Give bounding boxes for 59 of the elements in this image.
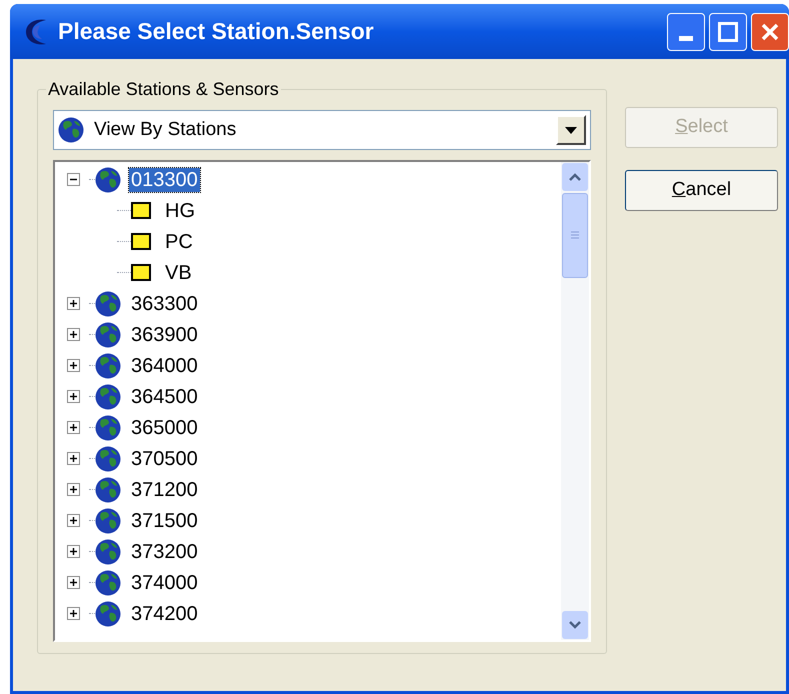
scroll-up-button[interactable] [562,163,588,191]
cancel-button[interactable]: Cancel [625,170,778,211]
sensor-icon [131,233,151,250]
scroll-down-button[interactable] [562,611,588,639]
maximize-icon [718,22,738,42]
globe-icon [95,322,121,348]
sensor-icon [131,264,151,281]
globe-icon [95,290,121,316]
station-label[interactable]: 374000 [129,570,200,594]
view-dropdown[interactable]: View By Stations [53,110,591,150]
collapse-icon[interactable] [66,173,80,186]
expand-icon[interactable] [66,483,80,496]
expand-icon[interactable] [66,452,80,465]
minimize-icon [679,36,693,40]
station-label[interactable]: 373200 [129,540,200,564]
globe-icon [95,600,121,626]
station-label[interactable]: 371500 [129,508,200,532]
station-label[interactable]: 013300 [129,168,200,192]
close-button[interactable] [751,12,789,50]
expand-icon[interactable] [66,514,80,527]
expand-icon[interactable] [66,297,80,310]
sensor-label[interactable]: HG [165,198,195,222]
scroll-thumb[interactable] [562,193,588,278]
grip-icon [571,231,579,240]
station-label[interactable]: 374200 [129,602,200,626]
scrollbar[interactable] [561,162,589,640]
sensor-label[interactable]: VB [165,260,192,284]
expand-icon[interactable] [66,545,80,558]
dropdown-arrow-icon [565,126,577,134]
expand-icon[interactable] [66,390,80,403]
station-label[interactable]: 363300 [129,292,200,316]
station-label[interactable]: 364000 [129,354,200,378]
maximize-button[interactable] [709,12,747,50]
window-title: Please Select Station.Sensor [58,17,374,46]
globe-icon [95,384,121,410]
station-label[interactable]: 364500 [129,384,200,408]
globe-icon [95,508,121,534]
sensor-label[interactable]: PC [165,230,193,254]
globe-icon [58,117,84,143]
globe-icon [95,352,121,378]
globe-icon [95,476,121,502]
expand-icon[interactable] [66,359,80,372]
expand-icon[interactable] [66,421,80,434]
close-icon [760,22,780,42]
expand-icon[interactable] [66,576,80,589]
globe-icon [95,538,121,564]
globe-icon [95,166,121,192]
minimize-button[interactable] [667,12,705,50]
station-label[interactable]: 363900 [129,322,200,346]
globe-icon [95,570,121,596]
sensor-icon [131,202,151,219]
dropdown-value: View By Stations [94,118,236,142]
station-label[interactable]: 370500 [129,446,200,470]
expand-icon[interactable] [66,328,80,341]
station-label[interactable]: 365000 [129,416,200,440]
globe-icon [95,414,121,440]
station-label[interactable]: 371200 [129,478,200,502]
expand-icon[interactable] [66,607,80,620]
globe-icon [95,446,121,472]
